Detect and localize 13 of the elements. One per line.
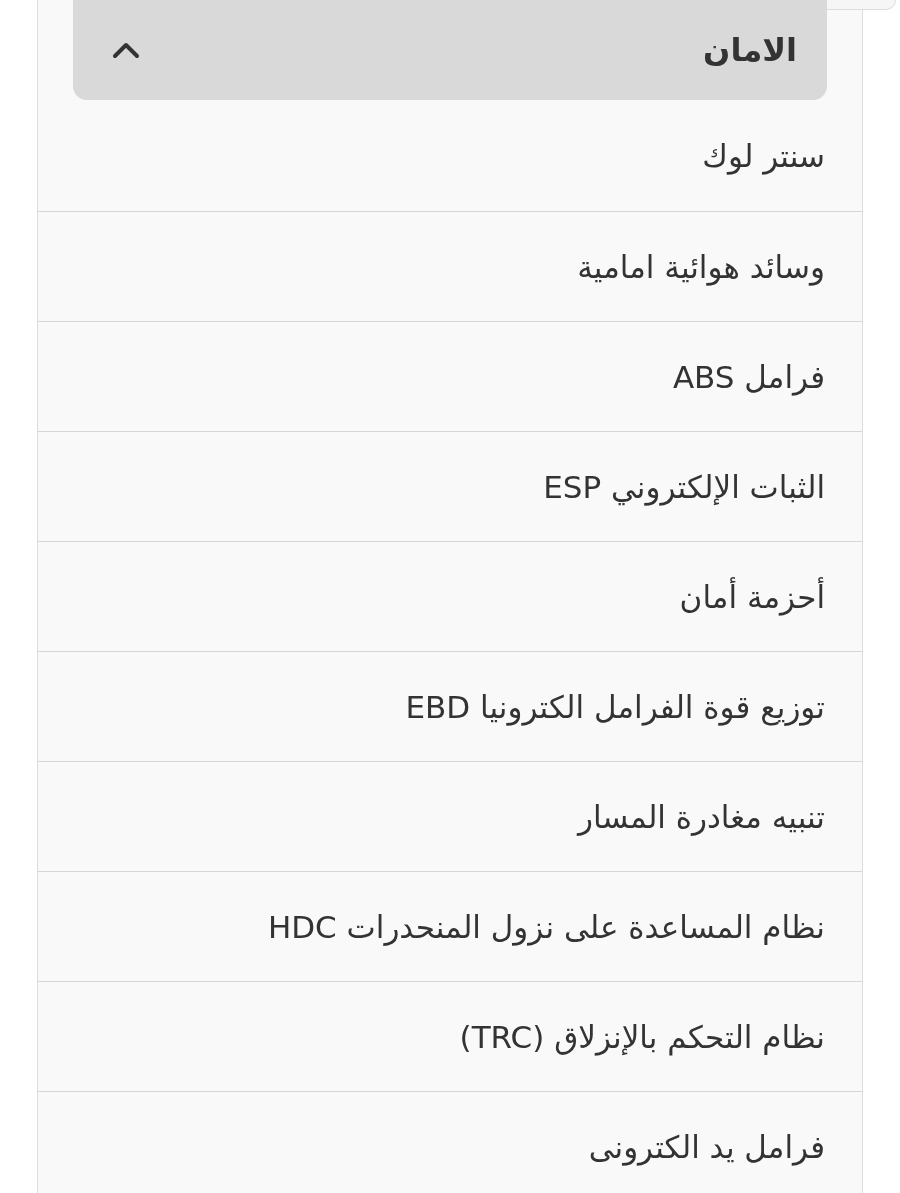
chevron-up-icon [111, 41, 141, 59]
feature-label: نظام التحكم بالإنزلاق (TRC) [459, 1018, 825, 1055]
feature-label: توزيع قوة الفرامل الكترونيا EBD [405, 688, 825, 725]
feature-label: تنبيه مغادرة المسار [577, 798, 825, 835]
feature-label: وسائد هوائية امامية [577, 248, 825, 285]
feature-label: الثبات الإلكتروني ESP [543, 468, 825, 505]
feature-label: فرامل يد الكترونى [588, 1128, 825, 1165]
feature-label: سنتر لوك [702, 137, 825, 174]
feature-label: أحزمة أمان [679, 578, 825, 615]
feature-label: نظام المساعدة على نزول المنحدرات HDC [267, 908, 825, 945]
feature-label: فرامل ABS [672, 358, 825, 395]
section-title: الامان [703, 31, 797, 69]
section-header[interactable]: الامان [73, 0, 827, 100]
